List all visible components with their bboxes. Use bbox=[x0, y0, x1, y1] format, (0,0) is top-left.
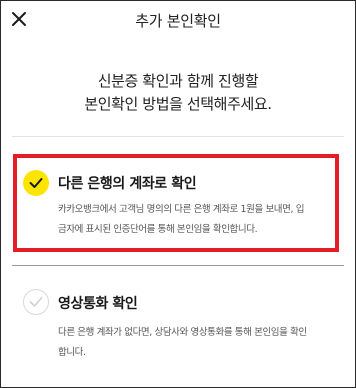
intro-text: 신분증 확인과 함께 진행할 본인확인 방법을 선택해주세요. bbox=[0, 70, 356, 116]
intro-line-1: 신분증 확인과 함께 진행할 bbox=[97, 72, 259, 90]
option-description: 카카오뱅크에서 고객님 명의의 다른 은행 계좌로 1원을 보내면, 입 금자에… bbox=[58, 200, 332, 240]
intro-line-2: 본인확인 방법을 선택해주세요. bbox=[84, 95, 272, 113]
option-desc-line-2: 합니다. bbox=[58, 347, 86, 358]
option-description: 다른 은행 계좌가 없다면, 상담사와 영상통화를 통해 본인임을 확인 합니다… bbox=[58, 323, 332, 363]
option-desc-line-1: 카카오뱅크에서 고객님 명의의 다른 은행 계좌로 1원을 보내면, 입 bbox=[58, 204, 305, 215]
option-title: 다른 은행의 계좌로 확인 bbox=[58, 176, 197, 192]
option-title: 영상통화 확인 bbox=[58, 296, 138, 312]
check-icon-selected bbox=[23, 170, 49, 196]
option-desc-line-1: 다른 은행 계좌가 없다면, 상담사와 영상통화를 통해 본인임을 확인 bbox=[58, 327, 307, 338]
check-icon-unselected bbox=[23, 289, 49, 315]
option-desc-line-2: 금자에 표시된 인증단어를 통해 본인임을 확인합니다. bbox=[58, 224, 258, 235]
header: 추가 본인확인 bbox=[0, 0, 356, 40]
divider-top bbox=[12, 136, 344, 137]
page-title: 추가 본인확인 bbox=[135, 12, 221, 30]
divider-middle bbox=[12, 265, 344, 266]
option-video-call[interactable]: 영상통화 확인 다른 은행 계좌가 없다면, 상담사와 영상통화를 통해 본인임… bbox=[14, 283, 342, 373]
option-bank-account[interactable]: 다른 은행의 계좌로 확인 카카오뱅크에서 고객님 명의의 다른 은행 계좌로 … bbox=[14, 158, 342, 248]
